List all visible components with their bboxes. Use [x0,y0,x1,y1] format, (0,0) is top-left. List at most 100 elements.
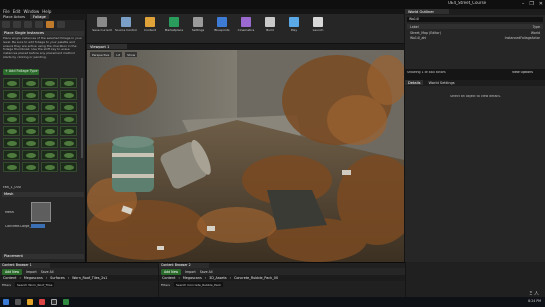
breadcrumb-item[interactable]: Megascans [183,276,202,280]
content-search-input[interactable]: Search Concrete_Rubble_Pack [174,282,224,287]
toolbar-icon [289,17,299,27]
foliage-thumbnail[interactable] [3,102,20,112]
foliage-thumbnail[interactable] [60,102,77,112]
search-icon[interactable] [15,299,21,305]
foliage-thumbnail[interactable] [41,102,58,112]
toolbar-button-blueprints[interactable]: Blueprints [211,14,233,42]
foliage-thumbnail[interactable] [22,102,39,112]
foliage-mode-icon[interactable] [35,21,43,28]
foliage-thumbnail[interactable] [3,114,20,124]
add-foliage-type-button[interactable]: + Add Foliage Type ▾ [3,69,39,75]
tab-place-actors[interactable]: Place Actors [0,14,29,19]
content-search-input[interactable]: Search Worn_Roof_Tiles [15,282,55,287]
tab-world-outliner[interactable]: World Outliner [405,9,449,14]
toolbar-button-build[interactable]: Build [259,14,281,42]
breadcrumb-item[interactable]: Surfaces [50,276,65,280]
toolbar-button-cinematics[interactable]: Cinematics [235,14,257,42]
foliage-thumbnail[interactable] [22,114,39,124]
perspective-button[interactable]: Perspective [90,52,112,57]
foliage-thumbnail[interactable] [41,126,58,136]
palette-scrollbar[interactable] [81,78,83,158]
geometry-mode-icon[interactable] [46,21,54,28]
landscape-mode-icon[interactable] [24,21,32,28]
outliner-row[interactable]: Wo14l_ahl InstancedFoliageActor [407,35,543,40]
foliage-thumbnail[interactable] [60,150,77,160]
show-button[interactable]: Show [125,52,138,57]
tab-viewport[interactable]: Viewport 1 [87,44,127,49]
foliage-thumbnail[interactable] [22,90,39,100]
breadcrumb-item[interactable]: Megascans [24,276,43,280]
filters-button[interactable]: Filters [161,283,170,287]
breadcrumb-item[interactable]: Worn_Roof_Tiles_2s1 [72,276,107,280]
add-new-button[interactable]: Add New [2,268,23,275]
breadcrumb-item[interactable]: Concrete_Rubble_Pack_00 [234,276,278,280]
foliage-thumbnail[interactable] [22,78,39,88]
foliage-thumbnail[interactable] [3,162,20,172]
toolbar-button-play[interactable]: Play [283,14,305,42]
paint-mode-icon[interactable] [13,21,21,28]
foliage-icon [45,153,55,158]
lit-button[interactable]: Lit [114,52,123,57]
foliage-thumbnail[interactable] [22,126,39,136]
foliage-thumbnail[interactable] [60,114,77,124]
foliage-thumbnail[interactable] [41,162,58,172]
mesh-browse-button[interactable] [31,224,45,228]
foliage-thumbnail[interactable] [3,78,20,88]
save-all-button[interactable]: Save All [200,270,213,274]
foliage-thumbnail[interactable] [22,138,39,148]
minimize-button[interactable]: – [522,1,525,7]
column-type[interactable]: Type [533,25,540,29]
placement-section-header[interactable]: Placement [2,254,84,259]
foliage-thumbnail[interactable] [60,78,77,88]
foliage-thumbnail[interactable] [60,162,77,172]
foliage-thumbnail[interactable] [3,138,20,148]
toolbar-button-settings[interactable]: Settings [187,14,209,42]
place-mode-icon[interactable] [2,21,10,28]
outliner-tab-bar: World Outliner [405,9,545,15]
foliage-thumbnail[interactable] [41,150,58,160]
outliner-search-input[interactable]: Wo14l [407,17,543,22]
foliage-thumbnail[interactable] [3,150,20,160]
tab-details[interactable]: Details [405,80,424,85]
toolbar-button-source-control[interactable]: Source Control [115,14,137,42]
column-label[interactable]: Label [410,25,419,29]
more-modes-icon[interactable] [57,21,65,28]
toolbar-button-save-current[interactable]: Save Current [91,14,113,42]
view-options-button[interactable]: View Options [512,71,533,75]
foliage-thumbnail[interactable] [22,162,39,172]
save-all-button[interactable]: Save All [41,270,54,274]
breadcrumb-item[interactable]: 3D_Assets [209,276,227,280]
foliage-thumbnail[interactable] [60,126,77,136]
toolbar-button-content[interactable]: Content [139,14,161,42]
foliage-thumbnail[interactable] [60,138,77,148]
mesh-thumbnail[interactable] [31,202,51,222]
tab-foliage[interactable]: Foliage [30,14,49,19]
mesh-section-header[interactable]: Mesh [2,192,84,197]
import-button[interactable]: Import [185,270,196,274]
unreal-icon[interactable] [51,299,57,305]
browser-icon[interactable] [39,299,45,305]
foliage-thumbnail[interactable] [3,90,20,100]
start-icon[interactable] [3,299,9,305]
foliage-thumbnail[interactable] [41,78,58,88]
toolbar-button-marketplace[interactable]: Marketplace [163,14,185,42]
import-button[interactable]: Import [26,270,37,274]
tab-world-settings[interactable]: World Settings [425,80,458,85]
add-new-button[interactable]: Add New [161,268,182,275]
foliage-thumbnail[interactable] [60,90,77,100]
breadcrumb-item[interactable]: Content [3,276,17,280]
maximize-button[interactable]: ❐ [529,1,533,7]
foliage-thumbnail[interactable] [41,90,58,100]
foliage-thumbnail[interactable] [3,126,20,136]
toolbar-button-launch[interactable]: Launch [307,14,329,42]
foliage-thumbnail[interactable] [22,150,39,160]
foliage-thumbnail[interactable] [41,114,58,124]
breadcrumb-item[interactable]: Content [162,276,176,280]
foliage-icon [26,93,36,98]
level-viewport[interactable]: Perspective Lit Show [87,50,404,262]
folder-icon[interactable] [27,299,33,305]
filters-button[interactable]: Filters [2,283,11,287]
app-icon[interactable] [63,299,69,305]
close-button[interactable]: ✕ [539,1,543,7]
foliage-thumbnail[interactable] [41,138,58,148]
